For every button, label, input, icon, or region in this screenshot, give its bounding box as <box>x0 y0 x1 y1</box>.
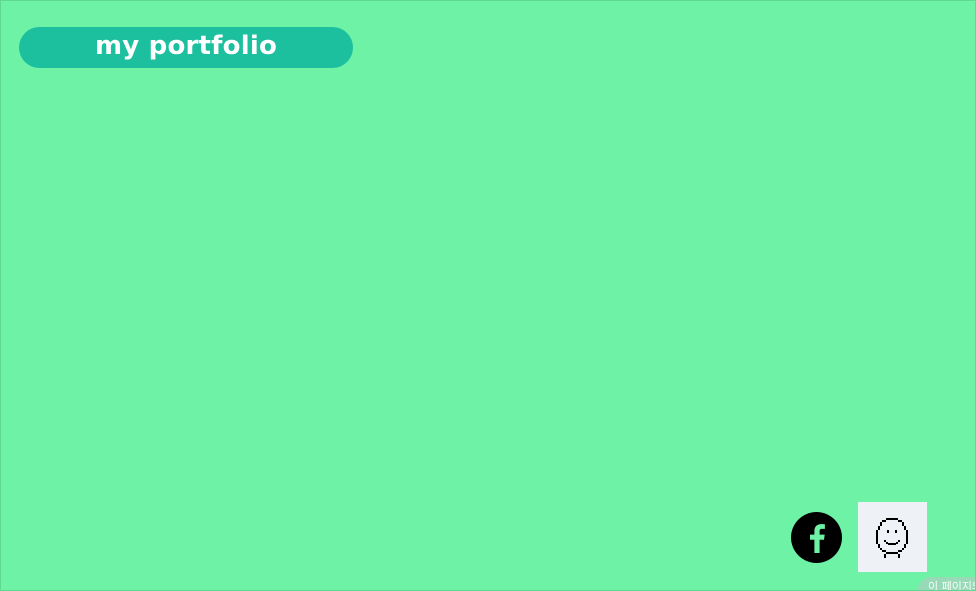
facebook-icon <box>791 512 842 563</box>
facebook-link[interactable] <box>791 512 842 563</box>
profile-avatar-button[interactable] <box>858 502 927 572</box>
pixel-smiley-face-icon <box>858 502 927 572</box>
notice-badge[interactable]: 이 페이지의 <box>918 577 975 590</box>
avatar-background <box>858 502 927 572</box>
portfolio-title-button[interactable]: my portfolio <box>19 27 353 68</box>
portfolio-page: my portfolio 이 페이지 <box>0 0 976 591</box>
page-title: my portfolio <box>94 30 278 61</box>
